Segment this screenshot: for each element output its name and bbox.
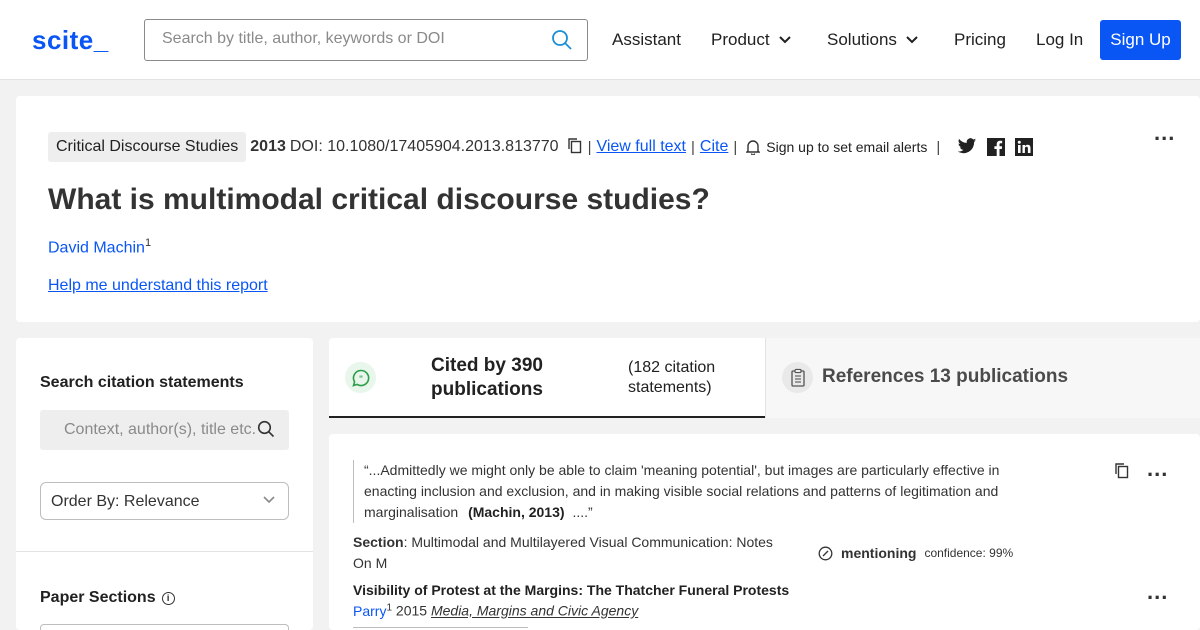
citing-author-name: Parry — [353, 602, 387, 619]
facebook-icon[interactable] — [987, 138, 1006, 156]
check-circle-icon — [818, 546, 833, 560]
filters-sidebar: Search citation statements Order By: Rel… — [16, 338, 313, 630]
chevron-down-icon — [778, 36, 791, 44]
info-icon[interactable]: i — [161, 592, 175, 605]
paper-header-card: Critical Discourse Studies 2013 DOI: 10.… — [16, 96, 1200, 322]
meta-separator: | — [587, 138, 592, 156]
citation-tabs: " Cited by 390 publications (182 citatio… — [329, 338, 1200, 418]
main-search-box[interactable] — [144, 19, 588, 61]
nav-product[interactable]: Product — [711, 30, 792, 50]
document-icon — [782, 362, 813, 393]
journal-badge[interactable]: Critical Discourse Studies — [48, 132, 247, 162]
search-citation-heading: Search citation statements — [40, 374, 244, 391]
nav-login-label: Log In — [1036, 30, 1084, 49]
citing-author-index: 1 — [386, 602, 393, 613]
doi-text: DOI: 10.1080/17405904.2013.813770 — [289, 138, 559, 155]
paper-title: What is multimodal critical discourse st… — [48, 183, 710, 216]
twitter-icon[interactable] — [957, 138, 977, 155]
citing-year: 2015 — [395, 602, 428, 619]
email-alert-button[interactable]: Sign up to set email alerts — [746, 139, 927, 155]
top-navbar: scite_ Assistant Product Solutions Prici… — [0, 0, 1200, 80]
email-alert-label: Sign up to set email alerts — [766, 139, 928, 155]
paper-sections-box[interactable] — [40, 624, 289, 630]
view-full-text-link[interactable]: View full text — [596, 138, 686, 156]
nav-solutions-label: Solutions — [827, 30, 897, 49]
tab-references[interactable]: References 13 publications — [765, 338, 1200, 418]
citation-search-box[interactable] — [40, 410, 289, 450]
order-by-select[interactable]: Order By: Relevance — [40, 482, 289, 520]
author-name: David Machin — [48, 239, 145, 257]
order-by-value: Order By: Relevance — [51, 493, 200, 510]
paper-meta-row: Critical Discourse Studies 2013 DOI: 10.… — [48, 132, 1034, 162]
paper-sections-label: Paper Sections — [40, 589, 156, 606]
citation-search-input[interactable] — [64, 421, 256, 439]
help-understand-link[interactable]: Help me understand this report — [48, 277, 268, 295]
quote-text: “...Admittedly we might only be able to … — [364, 462, 1000, 520]
citation-quote: “...Admittedly we might only be able to … — [353, 460, 1013, 523]
quote-end: ....” — [572, 504, 593, 520]
citing-author-link[interactable]: Parry1 — [353, 602, 393, 619]
citing-publication-meta: Parry1 2015 Media, Margins and Civic Age… — [353, 602, 638, 619]
mentioning-label: mentioning — [841, 545, 917, 561]
citation-section: Section: Multimodal and Multilayered Vis… — [353, 532, 783, 574]
sidebar-divider — [16, 551, 313, 552]
publication-year: 2013 — [250, 138, 286, 155]
author-link[interactable]: David Machin1 — [48, 237, 151, 257]
scite-logo[interactable]: scite_ — [32, 25, 109, 56]
svg-text:": " — [358, 374, 362, 383]
publication-more-menu[interactable]: ... — [1147, 579, 1168, 605]
nav-assistant[interactable]: Assistant — [612, 30, 681, 50]
main-search-input[interactable] — [162, 30, 532, 48]
linkedin-icon[interactable] — [1015, 138, 1034, 156]
search-icon[interactable] — [257, 420, 275, 443]
meta-separator: | — [691, 138, 695, 156]
nav-pricing[interactable]: Pricing — [954, 30, 1006, 50]
citation-statement-card: “...Admittedly we might only be able to … — [329, 434, 1200, 630]
paper-sections-heading: Paper Sections i — [40, 589, 175, 607]
confidence-value: confidence: 99% — [924, 546, 1014, 560]
bell-icon — [746, 140, 761, 155]
citation-more-menu[interactable]: ... — [1147, 456, 1168, 482]
citing-publication-title[interactable]: Visibility of Protest at the Margins: Th… — [353, 582, 789, 598]
quote-reference[interactable]: (Machin, 2013) — [468, 504, 564, 520]
nav-solutions[interactable]: Solutions — [827, 30, 919, 50]
nav-product-label: Product — [711, 30, 770, 49]
chat-bubble-icon: " — [345, 362, 376, 393]
nav-pricing-label: Pricing — [954, 30, 1006, 49]
copy-icon[interactable] — [567, 137, 583, 158]
cited-by-title: Cited by 390 publications — [431, 355, 543, 400]
citing-venue-link[interactable]: Media, Margins and Civic Agency — [431, 603, 638, 619]
signup-button[interactable]: Sign Up — [1100, 20, 1181, 60]
copy-icon[interactable] — [1114, 462, 1130, 484]
paper-more-menu[interactable]: ... — [1154, 120, 1175, 146]
nav-assistant-label: Assistant — [612, 30, 681, 49]
cite-link[interactable]: Cite — [700, 138, 728, 156]
search-icon[interactable] — [551, 29, 573, 56]
meta-separator: | — [733, 138, 738, 156]
author-affiliation-index: 1 — [144, 237, 152, 249]
chevron-down-icon — [263, 496, 275, 504]
chevron-down-icon — [906, 36, 918, 44]
tab-cited-by[interactable]: " Cited by 390 publications (182 citatio… — [329, 338, 765, 418]
section-label: Section — [353, 534, 404, 550]
section-text: : Multimodal and Multilayered Visual Com… — [353, 534, 773, 571]
nav-login[interactable]: Log In — [1036, 30, 1083, 50]
meta-separator: | — [936, 138, 941, 156]
references-title: References 13 publications — [822, 366, 1069, 387]
mentioning-badge[interactable]: mentioning confidence: 99% — [818, 545, 1013, 561]
citation-statements-count: (182 citation statements) — [628, 359, 716, 396]
social-share-group — [957, 138, 1034, 156]
signup-button-label: Sign Up — [1110, 30, 1171, 49]
